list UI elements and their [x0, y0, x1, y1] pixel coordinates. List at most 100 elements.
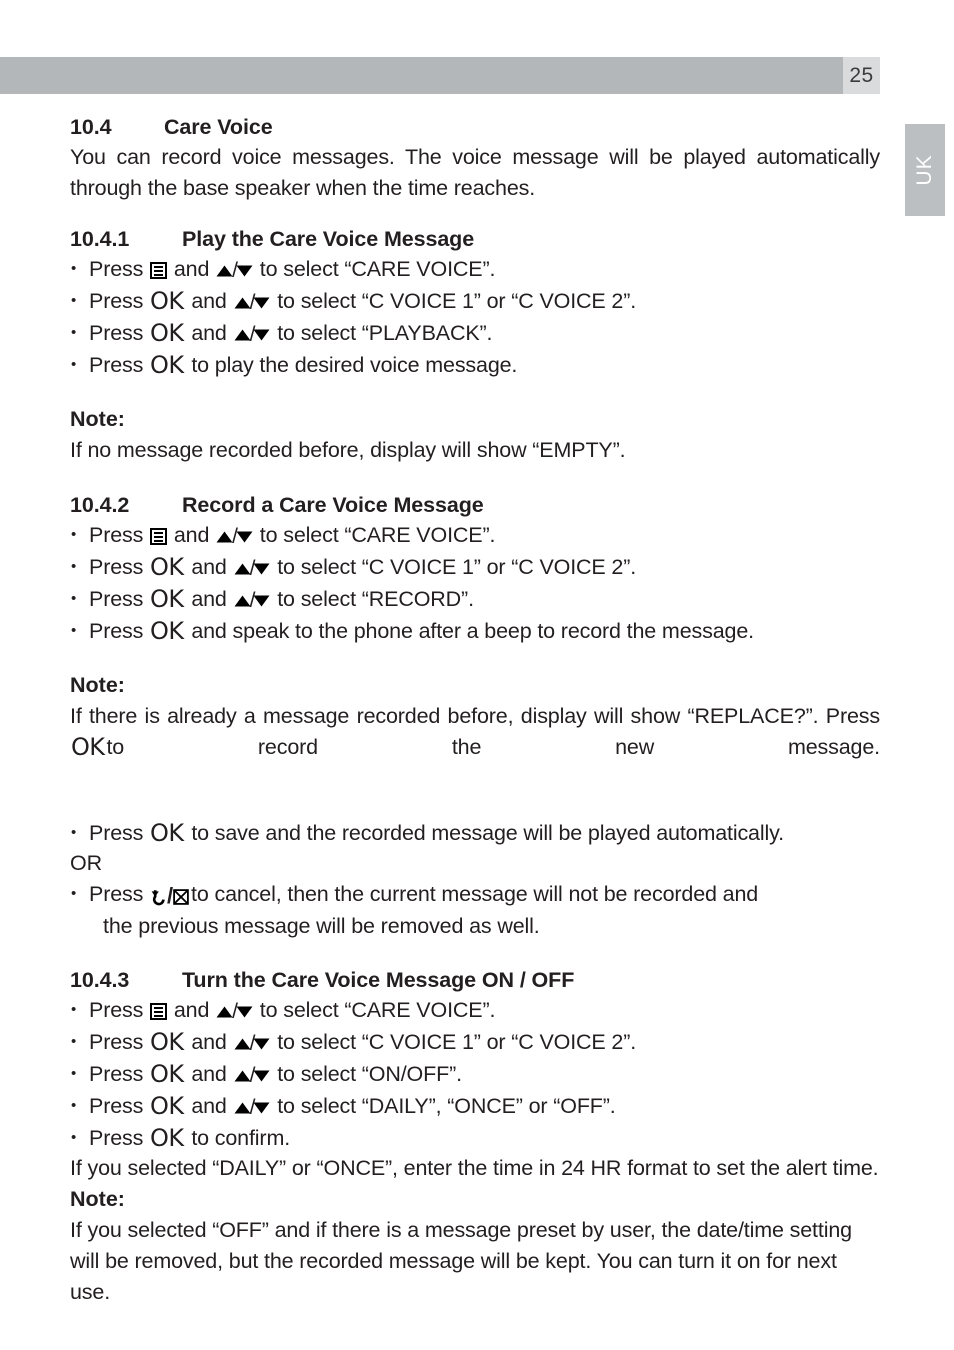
step-and-label: and [191, 1062, 227, 1086]
step-press-label: Press [89, 998, 144, 1022]
note-label: Note: [70, 1187, 125, 1211]
after-steps-paragraph: If you selected “DAILY” or “ONCE”, enter… [70, 1156, 879, 1180]
step-and-label: and [191, 289, 227, 313]
step-press-label: Press [89, 1094, 144, 1118]
step-tail-label: to select “DAILY”, “ONCE” or “OFF”. [277, 1094, 616, 1118]
or-label: OR [70, 851, 102, 875]
list-item: Press and / to select “CARE VOICE”. [70, 520, 880, 552]
step-tail-label: to select “ON/OFF”. [277, 1062, 462, 1086]
language-tab-label: UK [913, 154, 936, 186]
list-item: Press OK and / to select “DAILY”, “ONCE”… [70, 1091, 880, 1123]
back-cancel-icon: / [151, 881, 189, 911]
list-item: Press OK and / to select “PLAYBACK”. [70, 318, 880, 350]
up-down-arrows-icon: / [234, 1028, 271, 1059]
step-and-label: and [191, 555, 227, 579]
step-and-label: and [191, 587, 227, 611]
menu-icon [150, 528, 168, 545]
section-intro-paragraph: You can record voice messages. The voice… [70, 145, 880, 200]
step-press-label: Press [89, 555, 144, 579]
step-tail-label: to select “CARE VOICE”. [259, 523, 496, 547]
list-item: Press /to cancel, then the current messa… [70, 879, 880, 941]
ok-key-icon: OK [150, 319, 184, 347]
list-item: Press OK to save and the recorded messag… [70, 818, 880, 848]
up-down-arrows-icon: / [234, 585, 271, 616]
step-and-label: and [173, 523, 210, 547]
cancel-list: Press /to cancel, then the current messa… [70, 879, 880, 941]
up-down-arrows-icon: / [234, 553, 271, 584]
step-tail-label: to play the desired voice message. [191, 353, 518, 377]
header-bar [0, 57, 880, 94]
section-title: Play the Care Voice Message [182, 227, 475, 251]
ok-key-icon: OK [150, 1060, 184, 1088]
step-tail-label: to select “PLAYBACK”. [277, 321, 493, 345]
list-item: Press OK and / to select “ON/OFF”. [70, 1059, 880, 1091]
note-text: If you selected “OFF” and if there is a … [70, 1218, 852, 1304]
ok-key-icon: OK [150, 1028, 184, 1056]
section-number: 10.4.1 [70, 227, 130, 251]
note-text-part-b: to record the new message. [106, 735, 880, 759]
step-and-label: and [191, 1030, 227, 1054]
list-item: Press OK and / to select “C VOICE 1” or … [70, 286, 880, 318]
step-and-label: and [191, 1094, 227, 1118]
note-text: If there is already a message recorded b… [70, 701, 880, 794]
section-heading-10-4-3: 10.4.3 Turn the Care Voice Message ON / O… [70, 965, 880, 995]
step-tail-label: to confirm. [191, 1126, 291, 1150]
list-item: Press and / to select “CARE VOICE”. [70, 995, 880, 1027]
step-tail-label: to select “RECORD”. [277, 587, 474, 611]
step-press-label: Press [89, 882, 144, 906]
step-press-label: Press [89, 1030, 144, 1054]
ok-key-icon: OK [150, 287, 184, 315]
step-press-label: Press [89, 1062, 144, 1086]
up-down-arrows-icon: / [234, 319, 271, 350]
step-tail-label: to cancel, then the current message will… [191, 882, 759, 906]
up-down-arrows-icon: / [216, 996, 253, 1027]
section-heading-10-4-2: 10.4.2 Record a Care Voice Message [70, 490, 880, 520]
step-press-label: Press [89, 587, 144, 611]
ok-key-icon: OK [150, 617, 184, 645]
step-list-10-4-2: Press and / to select “CARE VOICE”. Pres… [70, 520, 880, 646]
ok-key-icon: OK [150, 553, 184, 581]
ok-key-icon: OK [71, 733, 105, 761]
section-heading-10-4-1: 10.4.1 Play the Care Voice Message [70, 224, 880, 254]
menu-icon [150, 1003, 168, 1020]
up-down-arrows-icon: / [234, 287, 271, 318]
list-item: Press OK to play the desired voice messa… [70, 350, 880, 380]
list-item: Press OK and speak to the phone after a … [70, 616, 880, 646]
step-press-label: Press [89, 523, 144, 547]
ok-key-icon: OK [150, 819, 184, 847]
step-tail-label: to select “CARE VOICE”. [259, 998, 496, 1022]
step-tail-label: and speak to the phone after a beep to r… [191, 619, 754, 643]
step-press-label: Press [89, 353, 144, 377]
up-down-arrows-icon: / [216, 521, 253, 552]
section-title: Turn the Care Voice Message ON / OFF [182, 968, 575, 992]
language-tab: UK [905, 124, 945, 216]
list-item: Press and / to select “CARE VOICE”. [70, 254, 880, 286]
step-tail-label: to select “C VOICE 1” or “C VOICE 2”. [277, 555, 637, 579]
step-tail-label: to select “C VOICE 1” or “C VOICE 2”. [277, 289, 637, 313]
step-tail-label: to save and the recorded message will be… [191, 821, 784, 845]
note-text-part-a: If there is already a message recorded b… [70, 704, 880, 728]
list-item: Press OK and / to select “C VOICE 1” or … [70, 552, 880, 584]
up-down-arrows-icon: / [216, 255, 253, 286]
step-and-label: and [173, 257, 210, 281]
ok-key-icon: OK [150, 1092, 184, 1120]
step-press-label: Press [89, 257, 144, 281]
step-press-label: Press [89, 289, 144, 313]
step-and-label: and [191, 321, 227, 345]
step-tail-label: to select “CARE VOICE”. [259, 257, 496, 281]
section-heading-10-4: 10.4 Care Voice [70, 112, 880, 142]
save-cancel-list: Press OK to save and the recorded messag… [70, 818, 880, 848]
ok-key-icon: OK [150, 1124, 184, 1152]
section-number: 10.4.3 [70, 968, 130, 992]
page-number-box: 25 [843, 57, 880, 94]
list-item: Press OK and / to select “C VOICE 1” or … [70, 1027, 880, 1059]
step-press-label: Press [89, 821, 144, 845]
note-label: Note: [70, 407, 125, 431]
note-text: If no message recorded before, display w… [70, 438, 626, 462]
page-number: 25 [849, 63, 874, 87]
ok-key-icon: OK [150, 585, 184, 613]
step-and-label: and [173, 998, 210, 1022]
step-continuation-label: the previous message will be removed as … [103, 914, 540, 938]
ok-key-icon: OK [150, 351, 184, 379]
step-list-10-4-3: Press and / to select “CARE VOICE”. Pres… [70, 995, 880, 1153]
